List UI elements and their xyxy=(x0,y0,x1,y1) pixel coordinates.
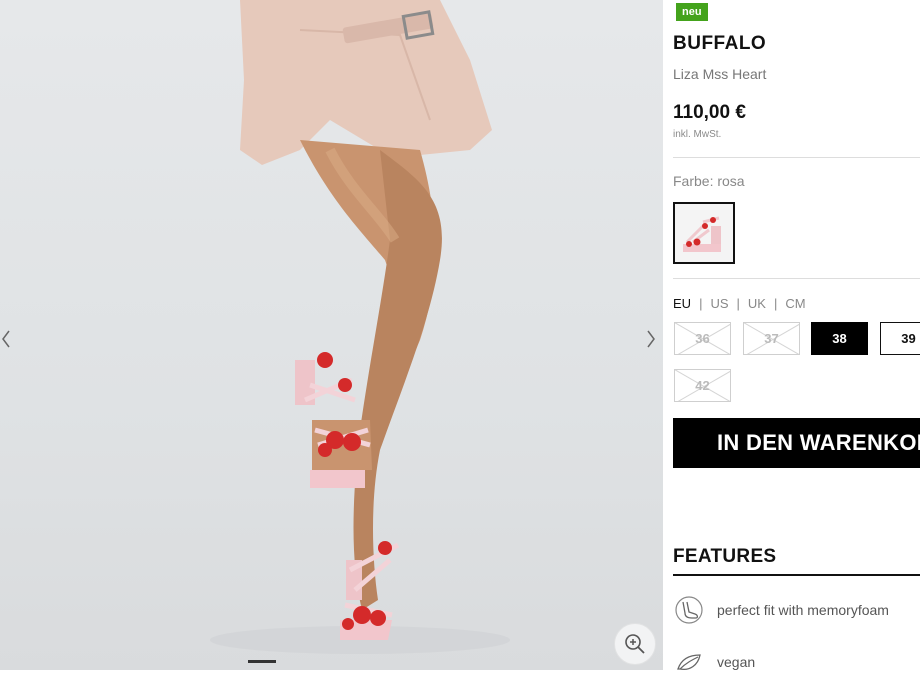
size-system-cm[interactable]: CM xyxy=(785,296,805,311)
size-label: 38 xyxy=(832,331,847,346)
product-photo xyxy=(210,0,510,654)
feature-item: perfect fit with memoryfoam xyxy=(673,594,889,626)
product-image-gallery[interactable] xyxy=(0,0,663,670)
divider xyxy=(673,278,920,279)
size-system-us[interactable]: US xyxy=(710,296,728,311)
separator: | xyxy=(736,296,740,311)
gallery-prev-button[interactable] xyxy=(0,322,16,356)
color-swatch-rosa[interactable] xyxy=(673,202,735,264)
separator: | xyxy=(773,296,778,311)
color-label: Farbe: rosa xyxy=(673,173,745,189)
size-option-37[interactable]: 37 xyxy=(743,322,800,355)
chevron-left-icon xyxy=(2,330,10,348)
tax-note: inkl. MwSt. xyxy=(673,129,722,140)
size-system-tabs: EU | US | UK | CM xyxy=(673,296,806,311)
divider xyxy=(673,157,920,158)
leaf-icon xyxy=(673,646,705,678)
new-badge: neu xyxy=(676,3,708,21)
size-option-36[interactable]: 36 xyxy=(674,322,731,355)
chevron-right-icon xyxy=(647,330,655,348)
size-option-39[interactable]: 39 xyxy=(880,322,920,355)
slide-indicator[interactable] xyxy=(248,660,276,663)
zoom-button[interactable] xyxy=(614,623,656,665)
size-label: 36 xyxy=(695,331,710,346)
size-label: 37 xyxy=(764,331,779,346)
size-label: 42 xyxy=(695,378,710,393)
foot-icon xyxy=(673,594,705,626)
size-system-eu[interactable]: EU xyxy=(673,296,691,311)
size-system-uk[interactable]: UK xyxy=(748,296,766,311)
product-model-name: Liza Mss Heart xyxy=(673,66,767,82)
feature-label: perfect fit with memoryfoam xyxy=(717,602,889,618)
size-option-42[interactable]: 42 xyxy=(674,369,731,402)
separator: | xyxy=(699,296,703,311)
feature-item: vegan xyxy=(673,646,755,678)
gallery-next-button[interactable] xyxy=(641,322,661,356)
add-to-cart-button[interactable]: IN DEN WARENKORB xyxy=(673,418,920,468)
zoom-in-icon xyxy=(625,634,645,654)
features-heading: FEATURES xyxy=(673,546,777,567)
features-underline xyxy=(673,574,920,576)
size-option-38[interactable]: 38 xyxy=(811,322,868,355)
product-price: 110,00 € xyxy=(673,102,746,123)
sandal-thumbnail xyxy=(683,216,721,252)
brand-name[interactable]: BUFFALO xyxy=(673,33,766,55)
size-label: 39 xyxy=(901,331,916,346)
feature-label: vegan xyxy=(717,654,756,670)
